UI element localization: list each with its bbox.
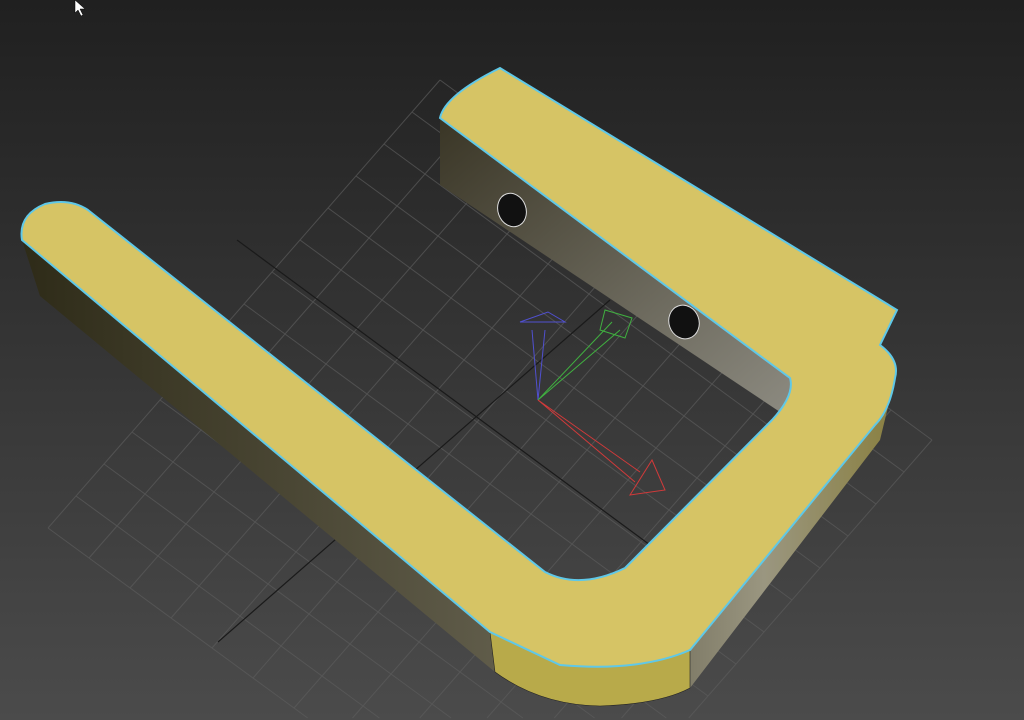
viewport-canvas[interactable] <box>0 0 1024 720</box>
3d-viewport[interactable] <box>0 0 1024 720</box>
